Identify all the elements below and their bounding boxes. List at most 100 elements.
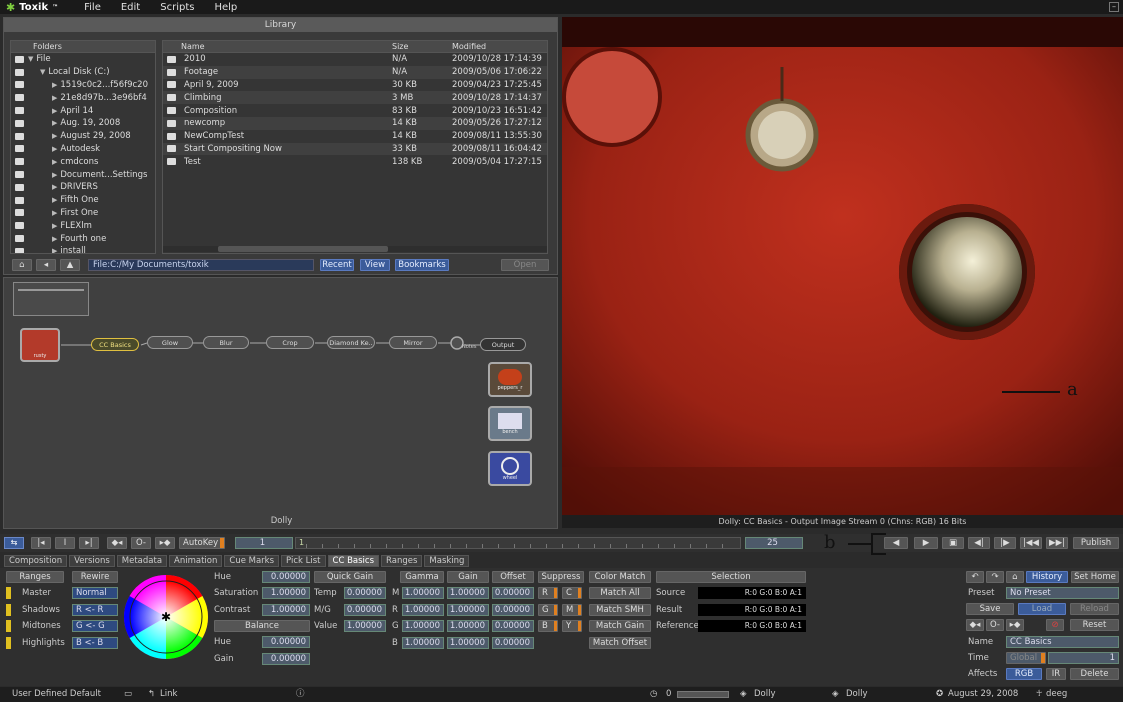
set-home-button[interactable]: Set Home xyxy=(1071,571,1119,583)
folder-tree[interactable]: Folders ▼ File ▼ Local Disk (C:) ▶ 1519c0c2..… xyxy=(10,40,156,254)
step-forward-button[interactable]: ▣ xyxy=(942,537,964,549)
suppress-y-button[interactable]: Y xyxy=(562,620,582,632)
expand-icon[interactable]: ▶ xyxy=(52,107,57,115)
folder-item[interactable]: ▶ 1519c0c2...f56f9c20 xyxy=(11,79,155,92)
file-list[interactable]: Name Size Modified 2010 N/A 2009/10/28 17:… xyxy=(162,40,548,254)
file-row[interactable]: April 9, 2009 30 KB 2009/04/23 17:25:45 xyxy=(163,79,547,92)
expand-icon[interactable]: ▶ xyxy=(52,81,57,89)
suppress-m-button[interactable]: M xyxy=(562,603,582,616)
view-button[interactable]: View xyxy=(360,259,390,271)
delete-button[interactable]: Delete xyxy=(1070,668,1119,680)
node-crop[interactable]: Crop xyxy=(266,336,314,349)
folder-item[interactable]: ▶ install xyxy=(11,245,155,253)
tab-masking[interactable]: Masking xyxy=(424,555,470,567)
node-blur[interactable]: Blur xyxy=(203,336,249,349)
suppress-r-button[interactable]: R xyxy=(538,587,558,599)
clear-animation-button[interactable]: ⊘ xyxy=(1046,619,1064,631)
back-button[interactable]: ◂ xyxy=(36,259,56,271)
expand-icon[interactable]: ▼ xyxy=(28,55,33,63)
suppress-c-button[interactable]: C xyxy=(562,587,582,599)
color-match-button-3[interactable]: Match Offset xyxy=(589,636,651,649)
next-keyframe-button[interactable]: ▸◆ xyxy=(1006,619,1024,631)
hue-field[interactable]: 0.00000 xyxy=(262,571,310,583)
undo-button[interactable]: ↶ xyxy=(966,571,984,583)
contrast-field[interactable]: 1.00000 xyxy=(262,604,310,616)
set-keyframe-button[interactable]: O- xyxy=(986,619,1004,631)
project-name[interactable]: August 29, 2008 xyxy=(948,687,1018,702)
ggo-field-0-0[interactable]: 1.00000 xyxy=(402,587,444,599)
home-state-button[interactable]: ⌂ xyxy=(1006,571,1024,583)
folder-item[interactable]: ▼ Local Disk (C:) xyxy=(11,66,155,79)
folder-item[interactable]: ▶ Document...Settings xyxy=(11,168,155,181)
balance-hue-field[interactable]: 0.00000 xyxy=(262,636,310,648)
menu-help[interactable]: Help xyxy=(214,2,237,13)
ggo-field-2-1[interactable]: 1.00000 xyxy=(447,620,489,632)
col-size[interactable]: Size xyxy=(389,41,449,52)
suppress-b-button[interactable]: B xyxy=(538,620,558,632)
ggo-field-1-0[interactable]: 1.00000 xyxy=(402,603,444,616)
color-match-button-2[interactable]: Match Gain xyxy=(589,620,651,632)
file-row[interactable]: Footage N/A 2009/05/06 17:06:22 xyxy=(163,65,547,79)
node-mirror[interactable]: Mirror xyxy=(389,336,437,349)
minimize-button[interactable]: – xyxy=(1109,2,1119,12)
rewire-field-0[interactable]: Normal xyxy=(72,587,118,599)
recent-button[interactable]: Recent xyxy=(320,259,354,271)
node-bench[interactable]: bench xyxy=(488,406,532,441)
expand-icon[interactable]: ▶ xyxy=(52,196,57,204)
balance-gain-field[interactable]: 0.00000 xyxy=(262,653,310,665)
link-icon[interactable]: ↰ xyxy=(148,687,155,702)
time-field[interactable]: 1 xyxy=(1048,652,1119,664)
node-diamond-keyer[interactable]: Diamond Ke.. xyxy=(327,336,375,349)
saturation-field[interactable]: 1.00000 xyxy=(262,587,310,599)
suppress-g-button[interactable]: G xyxy=(538,603,558,616)
node-output[interactable]: Output xyxy=(480,338,526,351)
key-button[interactable]: O- xyxy=(131,537,151,549)
menu-file[interactable]: File xyxy=(84,2,101,13)
load-button[interactable]: Load xyxy=(1018,603,1066,615)
path-field[interactable]: File:C:/My Documents/toxik xyxy=(88,259,314,271)
expand-icon[interactable]: ▶ xyxy=(52,171,57,179)
tab-metadata[interactable]: Metadata xyxy=(116,555,168,567)
end-frame-field[interactable]: 25 xyxy=(745,537,803,549)
current-comp[interactable]: Dolly xyxy=(754,687,776,702)
file-row[interactable]: Climbing 3 MB 2009/10/28 17:14:37 xyxy=(163,91,547,105)
name-field[interactable]: CC Basics xyxy=(1006,636,1119,648)
folder-item[interactable]: ▼ File xyxy=(11,53,155,66)
expand-icon[interactable]: ▶ xyxy=(52,209,57,217)
file-row[interactable]: Composition 83 KB 2009/10/23 16:51:42 xyxy=(163,104,547,117)
ggo-field-2-2[interactable]: 0.00000 xyxy=(492,620,534,632)
expand-icon[interactable]: ▶ xyxy=(52,222,57,230)
folder-item[interactable]: ▶ April 14 xyxy=(11,104,155,117)
prev-keyframe-button[interactable]: ◆◂ xyxy=(966,619,984,631)
color-wheel[interactable]: ✱ xyxy=(122,573,210,661)
tab-cc-basics[interactable]: CC Basics xyxy=(327,555,380,567)
folder-item[interactable]: ▶ Fifth One xyxy=(11,194,155,207)
expand-icon[interactable]: ▶ xyxy=(52,235,57,243)
ggo-field-0-1[interactable]: 1.00000 xyxy=(447,587,489,599)
timeline-scrubber[interactable]: 1 xyxy=(295,537,741,549)
link-label[interactable]: Link xyxy=(160,687,177,702)
menu-scripts[interactable]: Scripts xyxy=(160,2,194,13)
range-label-0[interactable]: Master xyxy=(22,587,51,599)
file-row[interactable]: newcomp 14 KB 2009/05/26 17:27:12 xyxy=(163,116,547,130)
tab-cue-marks[interactable]: Cue Marks xyxy=(224,555,280,567)
tab-composition[interactable]: Composition xyxy=(4,555,68,567)
col-name[interactable]: Name xyxy=(181,41,389,52)
ggo-field-3-2[interactable]: 0.00000 xyxy=(492,636,534,649)
redo-button[interactable]: ↷ xyxy=(986,571,1004,583)
expand-icon[interactable]: ▶ xyxy=(52,119,57,127)
folder-item[interactable]: ▶ August 29, 2008 xyxy=(11,130,155,143)
horizontal-scrollbar[interactable] xyxy=(163,246,547,252)
node-wheel[interactable]: wheel xyxy=(488,451,532,486)
expand-icon[interactable]: ▶ xyxy=(52,247,57,253)
preset-field[interactable]: No Preset xyxy=(1006,587,1119,599)
publish-button[interactable]: Publish xyxy=(1073,537,1119,549)
file-row[interactable]: NewCompTest 14 KB 2009/08/11 13:55:30 xyxy=(163,130,547,143)
expand-icon[interactable]: ▶ xyxy=(52,132,57,140)
color-match-button-0[interactable]: Match All xyxy=(589,587,651,599)
expand-icon[interactable]: ▶ xyxy=(52,158,57,166)
range-label-1[interactable]: Shadows xyxy=(22,604,60,616)
ggo-field-1-2[interactable]: 0.00000 xyxy=(492,603,534,616)
skip-forward-button[interactable]: ▶▶| xyxy=(1046,537,1068,549)
folder-item[interactable]: ▶ FLEXlm xyxy=(11,219,155,232)
